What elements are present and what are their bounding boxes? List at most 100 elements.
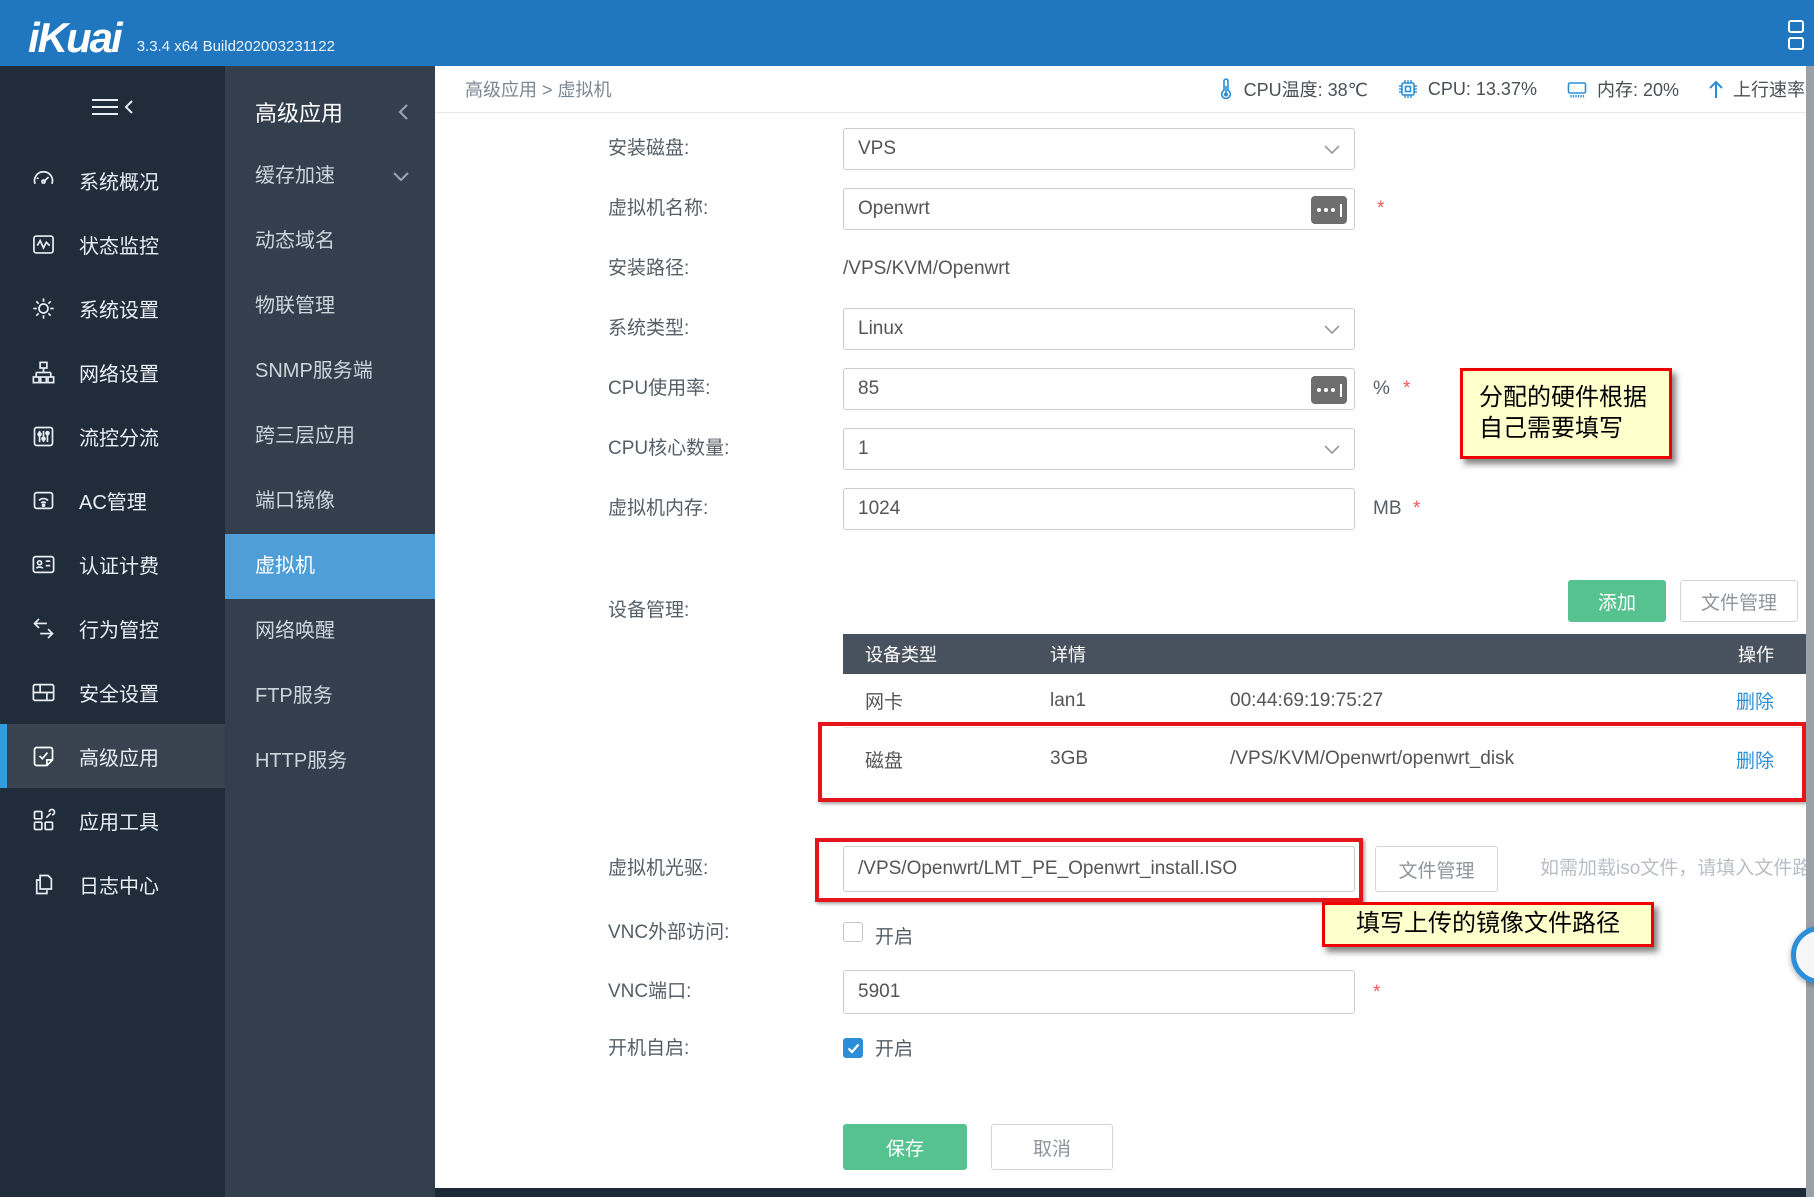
install-disk-select[interactable]: VPS — [843, 128, 1355, 170]
sidebar-item-label: 系统概况 — [79, 166, 159, 195]
memory-icon — [1565, 77, 1589, 101]
vnc-external-label: VNC外部访问: — [608, 918, 833, 948]
sidebar-item-behavior-control[interactable]: 行为管控 — [0, 596, 225, 660]
device-table-header: 设备类型 详情 操作 — [843, 634, 1814, 674]
os-type-label: 系统类型: — [608, 308, 833, 350]
submenu-item-cache-acceleration[interactable]: 缓存加速 — [225, 144, 435, 209]
sidebar-item-label: 状态监控 — [79, 230, 159, 259]
arrow-up-icon — [1707, 78, 1725, 100]
autostart-checkbox[interactable] — [843, 1038, 863, 1058]
cdrom-path-input[interactable] — [844, 847, 1354, 891]
sidebar-item-ac-management[interactable]: AC管理 — [0, 468, 225, 532]
vertical-scrollbar[interactable] — [1806, 66, 1814, 1197]
bottom-edge-bar — [435, 1188, 1814, 1197]
sidebar-item-system-settings[interactable]: 系统设置 — [0, 276, 225, 340]
mobile-device-icon[interactable] — [1788, 20, 1806, 54]
check-icon — [847, 1043, 860, 1054]
cancel-button[interactable]: 取消 — [991, 1124, 1113, 1170]
sidebar-item-label: AC管理 — [79, 486, 147, 515]
cpu-rate-field-wrap — [843, 368, 1355, 410]
memory-label: 虚拟机内存: — [608, 488, 833, 530]
save-button[interactable]: 保存 — [843, 1124, 967, 1170]
os-type-select[interactable]: Linux — [843, 308, 1355, 350]
thermometer-icon — [1216, 77, 1236, 101]
sidebar-item-log-center[interactable]: 日志中心 — [0, 852, 225, 916]
vnc-external-checkbox-label: 开启 — [875, 922, 913, 949]
autostart-checkbox-label: 开启 — [875, 1034, 913, 1061]
ime-keyboard-icon[interactable] — [1311, 196, 1347, 224]
swap-arrows-icon — [30, 615, 57, 642]
sidebar-collapse-icon[interactable] — [92, 94, 134, 120]
id-card-icon — [30, 551, 57, 578]
cdrom-label: 虚拟机光驱: — [608, 846, 833, 892]
cpu-rate-label: CPU使用率: — [608, 368, 833, 410]
submenu-item-ftp-service[interactable]: FTP服务 — [225, 664, 435, 729]
table-row-disk: 磁盘 3GB /VPS/KVM/Openwrt/openwrt_disk 删除 — [843, 728, 1814, 790]
vm-name-input[interactable] — [844, 189, 1354, 229]
gear-icon — [30, 295, 57, 322]
cpu-rate-suffix: % — [1373, 368, 1390, 410]
cpu-usage-status: CPU: 13.37% — [1396, 77, 1537, 101]
submenu-title: 高级应用 — [255, 96, 343, 128]
memory-input[interactable] — [844, 489, 1354, 529]
sidebar-item-auth-billing[interactable]: 认证计费 — [0, 532, 225, 596]
sidebar-item-app-tools[interactable]: 应用工具 — [0, 788, 225, 852]
sidebar-item-label: 安全设置 — [79, 678, 159, 707]
uplink-rate-status: 上行速率: — [1707, 76, 1810, 102]
sidebar-item-system-overview[interactable]: 系统概况 — [0, 148, 225, 212]
cpu-rate-input[interactable] — [844, 369, 1354, 409]
firmware-version: 3.3.4 x64 Build202003231122 — [137, 38, 335, 55]
breadcrumb: 高级应用 > 虚拟机 — [465, 76, 612, 102]
submenu-item-iot-management[interactable]: 物联管理 — [225, 274, 435, 339]
required-mark: * — [1373, 982, 1380, 1004]
install-path-value: /VPS/KVM/Openwrt — [843, 248, 1010, 290]
submenu-item-virtual-machine[interactable]: 虚拟机 — [225, 534, 435, 599]
ikuai-logo: iKuai — [28, 18, 121, 58]
vm-name-field-wrap — [843, 188, 1355, 230]
file-manager-cdrom-button[interactable]: 文件管理 — [1375, 846, 1498, 892]
chevron-down-icon — [1324, 445, 1340, 454]
breadcrumb-bar: 高级应用 > 虚拟机 CPU温度: 38℃ CPU: 13.37% 内存: 20… — [435, 66, 1814, 113]
submenu-item-wake-on-lan[interactable]: 网络唤醒 — [225, 599, 435, 664]
logs-icon — [30, 871, 57, 898]
sidebar-item-status-monitor[interactable]: 状态监控 — [0, 212, 225, 276]
autostart-label: 开机自启: — [608, 1034, 833, 1064]
delete-link[interactable]: 删除 — [1736, 692, 1774, 713]
cpu-cores-select[interactable]: 1 — [843, 428, 1355, 470]
required-mark: * — [1413, 498, 1420, 520]
install-path-label: 安装路径: — [608, 248, 833, 290]
device-mgmt-label: 设备管理: — [608, 590, 833, 632]
submenu-item-snmp-server[interactable]: SNMP服务端 — [225, 339, 435, 404]
sidebar-item-flow-control[interactable]: 流控分流 — [0, 404, 225, 468]
sidebar-item-label: 流控分流 — [79, 422, 159, 451]
chevron-down-icon — [393, 172, 409, 181]
submenu-item-ddns[interactable]: 动态域名 — [225, 209, 435, 274]
ime-keyboard-icon[interactable] — [1311, 376, 1347, 404]
add-device-button[interactable]: 添加 — [1568, 580, 1666, 622]
vnc-external-checkbox[interactable] — [843, 922, 863, 942]
primary-sidebar: 系统概况 状态监控 系统设置 网络设置 流控分流 AC管理 认证计费 行为管控 — [0, 66, 225, 1197]
sidebar-item-network-settings[interactable]: 网络设置 — [0, 340, 225, 404]
vnc-port-input[interactable] — [844, 971, 1354, 1013]
sidebar-item-label: 认证计费 — [79, 550, 159, 579]
sidebar-item-advanced-apps[interactable]: 高级应用 — [0, 724, 225, 788]
submenu-item-cross-l3[interactable]: 跨三层应用 — [225, 404, 435, 469]
submenu-item-http-service[interactable]: HTTP服务 — [225, 729, 435, 794]
file-manager-button[interactable]: 文件管理 — [1680, 580, 1798, 622]
table-row-nic: 网卡 lan1 00:44:69:19:75:27 删除 — [843, 674, 1814, 728]
annotation-note-iso: 填写上传的镜像文件路径 — [1322, 902, 1654, 947]
sidebar-item-label: 网络设置 — [79, 358, 159, 387]
panel-collapse-icon[interactable] — [398, 103, 409, 121]
sidebar-item-security-settings[interactable]: 安全设置 — [0, 660, 225, 724]
app-header: iKuai 3.3.4 x64 Build202003231122 — [0, 0, 1814, 66]
submenu-item-port-mirror[interactable]: 端口镜像 — [225, 469, 435, 534]
vm-name-label: 虚拟机名称: — [608, 188, 833, 230]
cpu-cores-label: CPU核心数量: — [608, 428, 833, 470]
sidebar-item-label: 行为管控 — [79, 614, 159, 643]
main-content: 高级应用 > 虚拟机 CPU温度: 38℃ CPU: 13.37% 内存: 20… — [435, 66, 1814, 1197]
delete-link[interactable]: 删除 — [1736, 751, 1774, 772]
sidebar-item-label: 应用工具 — [79, 806, 159, 835]
required-mark: * — [1377, 198, 1384, 220]
vnc-port-field-wrap — [843, 970, 1355, 1014]
sidebar-item-label: 日志中心 — [79, 870, 159, 899]
